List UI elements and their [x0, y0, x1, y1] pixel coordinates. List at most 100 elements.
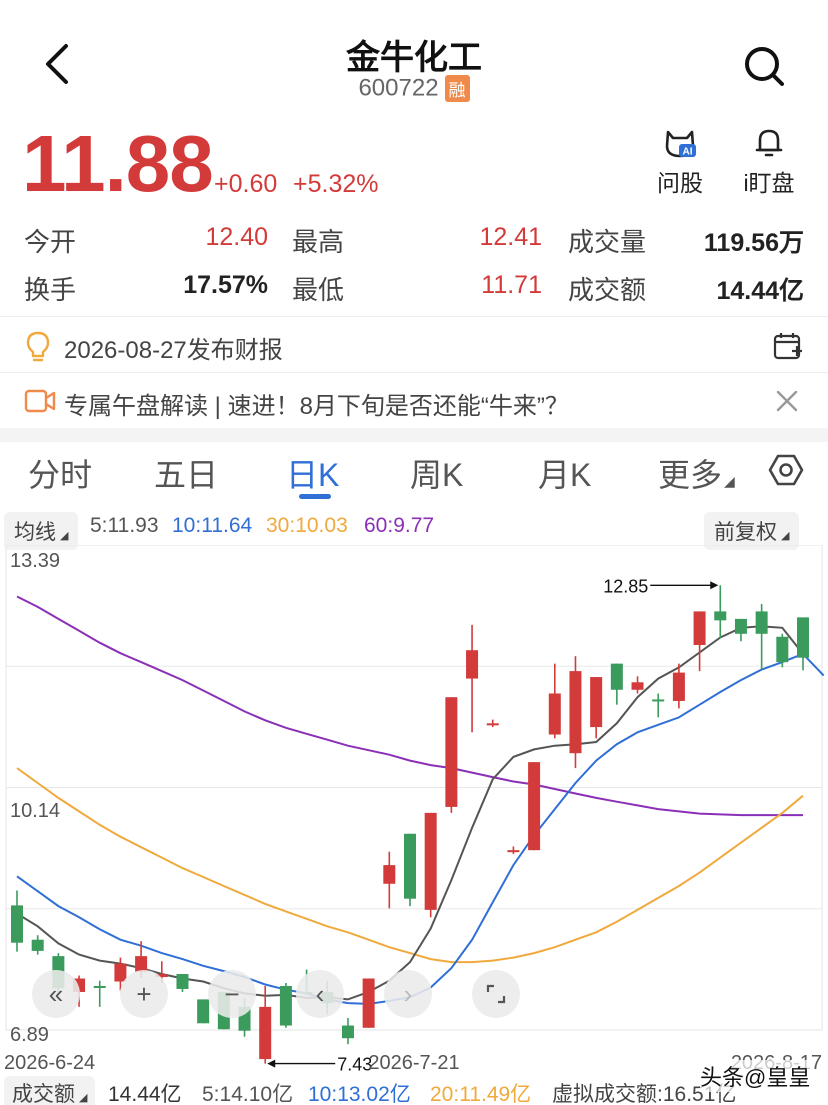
tab-daily-k[interactable]: 日K — [286, 450, 339, 496]
amount-value: 14.44亿 — [716, 277, 804, 305]
arrow-left-icon — [267, 1059, 276, 1068]
candle-body — [362, 978, 375, 1028]
chevron-left-icon: ‹ — [315, 978, 325, 1009]
turnover-label: 换手 — [24, 275, 77, 305]
low-value: 11.71 — [481, 271, 542, 299]
candle-body — [93, 985, 106, 988]
calendar-add-icon — [773, 333, 802, 360]
active-tab-indicator — [299, 494, 331, 499]
margin-badge: 融 — [444, 75, 470, 103]
tab-more[interactable]: 更多 ◢ — [658, 450, 735, 496]
step-left-button[interactable]: ‹ — [296, 970, 344, 1018]
tab-weekly-k[interactable]: 周K — [410, 450, 463, 496]
candle-body — [404, 833, 416, 899]
scroll-left-button[interactable]: « — [32, 970, 80, 1018]
fullscreen-button[interactable] — [472, 970, 520, 1018]
candle-body — [11, 905, 23, 943]
watch-button[interactable]: i盯盘 — [734, 126, 804, 198]
candle-body — [590, 677, 603, 728]
volume-indicator-selector[interactable]: 成交额 ◢ — [4, 1076, 96, 1105]
candle-body — [714, 611, 727, 621]
report-notice[interactable]: 2026-08-27发布财报 — [0, 318, 828, 372]
watch-label: i盯盘 — [743, 170, 795, 196]
dropdown-triangle-icon: ◢ — [79, 1092, 88, 1104]
candle-body — [176, 974, 189, 989]
high-value: 12.41 — [479, 223, 542, 251]
live-notice-text: 专属午盘解读 | 速进！8月下旬是否还能“牛来”？ — [64, 393, 569, 420]
stock-name: 金牛化工 — [346, 39, 482, 77]
candle-body — [776, 636, 789, 663]
zoom-in-button[interactable]: + — [120, 970, 168, 1018]
bell-icon — [755, 129, 783, 157]
volume-ma10: 10:13.02亿 — [308, 1083, 411, 1105]
open-label: 今开 — [24, 227, 77, 257]
low-label: 最低 — [292, 275, 345, 305]
dropdown-triangle-icon: ◢ — [781, 530, 790, 542]
divider — [0, 316, 828, 317]
ai-cat-icon: AI — [665, 130, 696, 158]
svg-text:AI: AI — [683, 147, 693, 158]
adjust-selector-label: 前复权 — [714, 521, 777, 544]
x-axis-label-start: 2026-6-24 — [4, 1052, 95, 1074]
last-price: 11.88 — [22, 119, 214, 208]
volume-value: 119.56万 — [703, 229, 804, 257]
step-right-button[interactable]: › — [384, 970, 432, 1018]
plus-icon: + — [136, 978, 152, 1009]
y-axis-max-label: 13.39 — [10, 550, 60, 572]
volume-ma5: 5:14.10亿 — [202, 1083, 294, 1105]
close-icon[interactable] — [774, 388, 800, 414]
candle-body — [31, 939, 44, 951]
amount-label: 成交额 — [568, 275, 647, 305]
candle-body — [610, 663, 623, 690]
candle-body — [279, 985, 292, 1026]
tab-monthly-k[interactable]: 月K — [538, 450, 591, 496]
ask-stock-label: 问股 — [657, 170, 703, 196]
search-icon — [745, 47, 784, 86]
tab-five-day[interactable]: 五日 — [154, 450, 218, 496]
price-change-pct: +5.32% — [293, 170, 379, 198]
ma60-line — [16, 595, 803, 817]
video-icon — [24, 389, 56, 413]
lightbulb-icon — [26, 331, 50, 362]
volume-indicator-label: 成交额 — [12, 1083, 75, 1105]
candle-body — [693, 611, 706, 645]
volume-total: 14.44亿 — [108, 1083, 182, 1105]
stock-code: 600722 — [358, 74, 439, 102]
tab-more-label: 更多 — [658, 457, 723, 493]
turnover-value: 17.57% — [183, 271, 268, 299]
dropdown-triangle-icon: ◢ — [60, 530, 69, 542]
arrow-right-icon — [710, 581, 719, 590]
candle-body — [734, 618, 747, 634]
candle-body — [445, 697, 458, 807]
candle-body — [797, 617, 809, 658]
candle-body — [548, 693, 561, 735]
y-axis-min-label: 6.89 — [10, 1024, 49, 1046]
candle-body — [197, 999, 210, 1024]
settings-icon[interactable] — [768, 452, 804, 488]
y-axis-mid-label: 10.14 — [10, 800, 60, 822]
price-change: +0.60 — [214, 170, 278, 198]
zoom-out-button[interactable]: − — [208, 970, 256, 1018]
candle-body — [755, 611, 768, 634]
live-notice[interactable]: 专属午盘解读 | 速进！8月下旬是否还能“牛来”？ — [0, 374, 828, 428]
dropdown-triangle-icon: ◢ — [724, 473, 735, 489]
candle-body — [569, 671, 582, 754]
ma60-value: 60:9.77 — [364, 514, 435, 537]
chevron-right-icon: › — [403, 978, 413, 1009]
minus-icon: − — [224, 978, 240, 1009]
candle-body — [631, 682, 644, 690]
ask-stock-button[interactable]: AI 问股 — [648, 126, 712, 198]
tab-intraday[interactable]: 分时 — [28, 450, 92, 496]
search-button[interactable] — [740, 42, 788, 90]
candle-body — [383, 865, 396, 884]
ma30-value: 30:10.03 — [266, 514, 348, 537]
open-value: 12.40 — [205, 223, 268, 251]
candle-body — [507, 850, 520, 853]
volume-label: 成交量 — [568, 227, 647, 257]
high-annotation-label: 12.85 — [603, 576, 648, 596]
ma10-value: 10:11.64 — [172, 514, 253, 537]
watermark: 头条@皇皇 — [700, 1060, 811, 1092]
report-notice-text: 2026-08-27发布财报 — [64, 337, 283, 364]
candle-body — [259, 1006, 272, 1060]
high-label: 最高 — [292, 227, 345, 257]
